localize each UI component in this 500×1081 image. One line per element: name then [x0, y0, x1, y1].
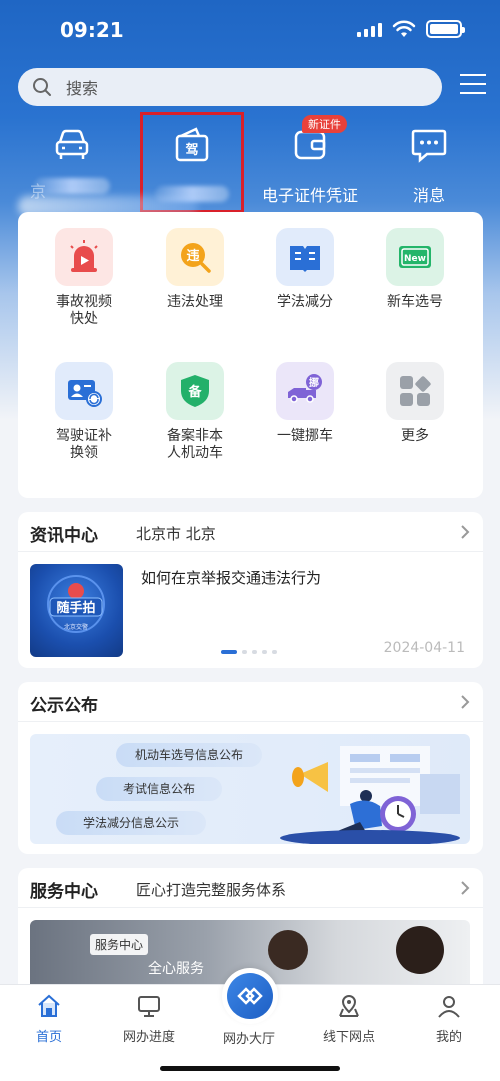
services-grid: 事故视频快处 违 违法处理 学法减分 New 新车选号 驾驶证补换领 备 备案非…	[18, 212, 483, 498]
announcement-illustration	[280, 746, 460, 844]
alarm-video-icon	[55, 228, 113, 286]
tab-progress[interactable]: 网办进度	[109, 993, 189, 1045]
menu-icon[interactable]	[460, 74, 486, 98]
notice-title: 公示公布	[30, 696, 98, 716]
chevron-right-icon	[461, 695, 470, 709]
service-move-car[interactable]: 挪 一键挪车	[250, 362, 360, 445]
svg-text:违: 违	[186, 248, 199, 264]
status-icons	[357, 20, 465, 38]
home-indicator	[160, 1066, 340, 1071]
tab-label: 首页	[35, 1030, 62, 1045]
service-label: 事故视频快处	[56, 294, 112, 327]
carousel-dots	[221, 650, 277, 654]
service-label: 学法减分	[277, 294, 333, 310]
service-study[interactable]: 学法减分	[250, 228, 360, 311]
move-truck-icon: 挪	[276, 362, 334, 420]
tab-label: 我的	[435, 1030, 462, 1045]
new-cert-badge: 新证件	[302, 115, 347, 133]
search-icon	[33, 78, 51, 96]
center-hall-button[interactable]	[222, 968, 278, 1024]
wifi-icon	[392, 20, 416, 37]
battery-icon	[426, 20, 465, 38]
plate-redacted	[34, 178, 110, 194]
ecert-label: 电子证件凭证	[261, 186, 358, 205]
service-label: 违法处理	[167, 294, 223, 310]
service-label: 更多	[401, 428, 429, 444]
tab-hall[interactable]: 网办大厅	[209, 1021, 289, 1047]
service-more[interactable]: 更多	[360, 362, 470, 445]
svg-text:北京交警: 北京交警	[64, 623, 88, 631]
service-center-subtitle: 匠心打造完整服务体系	[136, 881, 287, 899]
tab-mine[interactable]: 我的	[409, 993, 489, 1045]
notice-banner[interactable]: 机动车选号信息公布 考试信息公布 学法减分信息公示	[30, 734, 470, 844]
service-new-plate[interactable]: New 新车选号	[360, 228, 470, 311]
book-icon	[276, 228, 334, 286]
service-violation[interactable]: 违 违法处理	[140, 228, 250, 311]
service-center-tagline: 全心服务	[148, 961, 204, 977]
service-label: 一键挪车	[277, 428, 333, 444]
service-center-tag: 服务中心	[90, 934, 149, 955]
tab-home[interactable]: 首页	[9, 993, 89, 1045]
service-center-title: 服务中心	[30, 882, 98, 902]
monitor-icon	[138, 996, 160, 1017]
violation-search-icon: 违	[166, 228, 224, 286]
tab-label: 网办进度	[122, 1030, 175, 1045]
search-placeholder: 搜索	[66, 79, 99, 98]
service-record-vehicle[interactable]: 备 备案非本人机动车	[140, 362, 250, 462]
notice-pill[interactable]: 学法减分信息公示	[56, 811, 206, 835]
news-thumbnail[interactable]: 随手拍 北京交警	[30, 564, 123, 657]
svg-text:挪: 挪	[309, 376, 319, 389]
service-accident-video[interactable]: 事故视频快处	[29, 228, 139, 328]
more-grid-icon	[386, 362, 444, 420]
car-icon	[55, 129, 89, 159]
news-title: 资讯中心	[30, 526, 98, 546]
search-bar[interactable]: 搜索	[18, 68, 442, 106]
quick-message[interactable]: 消息	[369, 118, 489, 208]
news-headline[interactable]: 如何在京举报交通违法行为	[141, 567, 321, 588]
tab-label: 线下网点	[322, 1030, 375, 1045]
quick-vehicle[interactable]: 京	[12, 118, 132, 208]
notice-pill[interactable]: 考试信息公布	[96, 777, 222, 801]
tab-offline[interactable]: 线下网点	[309, 993, 389, 1045]
news-location: 北京市 北京	[136, 525, 216, 543]
license-renew-icon	[55, 362, 113, 420]
user-icon	[438, 996, 460, 1018]
handshake-icon	[227, 973, 273, 1019]
service-label: 驾驶证补换领	[56, 428, 112, 461]
svg-text:随手拍: 随手拍	[56, 600, 95, 616]
home-icon	[38, 994, 60, 1017]
new-plate-icon: New	[386, 228, 444, 286]
service-center-header[interactable]: 服务中心 匠心打造完整服务体系	[18, 868, 483, 908]
svg-text:New: New	[404, 254, 426, 264]
chevron-right-icon	[461, 881, 470, 895]
service-license-renew[interactable]: 驾驶证补换领	[29, 362, 139, 462]
shield-record-icon: 备	[166, 362, 224, 420]
message-label: 消息	[412, 186, 445, 205]
notice-section: 公示公布 机动车选号信息公布 考试信息公布 学法减分信息公示	[18, 682, 483, 854]
news-date: 2024-04-11	[383, 640, 465, 656]
tab-label: 网办大厅	[222, 1032, 275, 1047]
cellular-signal-icon	[357, 21, 382, 37]
service-label: 备案非本人机动车	[167, 428, 223, 461]
chat-icon	[411, 129, 447, 163]
status-time: 09:21	[60, 18, 124, 42]
svg-text:备: 备	[187, 384, 202, 400]
status-bar: 09:21	[0, 0, 500, 60]
chevron-right-icon	[461, 525, 470, 539]
service-label: 新车选号	[387, 294, 443, 310]
news-header[interactable]: 资讯中心 北京市 北京	[18, 512, 483, 552]
notice-pill[interactable]: 机动车选号信息公布	[116, 743, 262, 767]
notice-header[interactable]: 公示公布	[18, 682, 483, 722]
map-pin-icon	[339, 994, 359, 1017]
news-center: 资讯中心 北京市 北京 随手拍 北京交警 如何在京举报交通违法行为 2024-0…	[18, 512, 483, 668]
